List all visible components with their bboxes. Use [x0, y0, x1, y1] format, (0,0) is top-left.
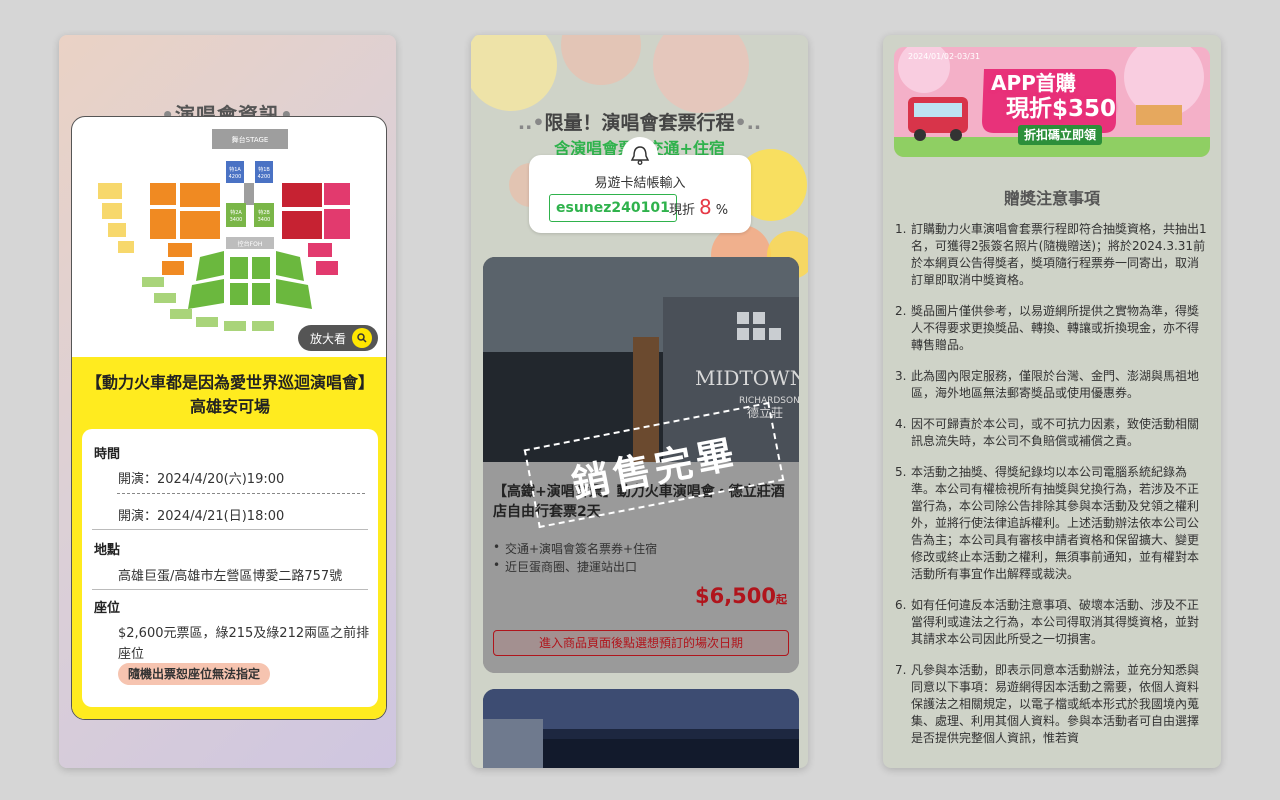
package-panel: ..•限量！演唱會套票行程•.. 含演唱會票+交通+住宿 易遊卡結帳輸入 esu…: [471, 35, 808, 768]
svg-text:特2A: 特2A: [230, 209, 242, 216]
place-label: 地點: [94, 543, 121, 558]
show-time-2: 開演：2024/4/21(日)18:00: [118, 509, 285, 524]
seat-notice-badge: 隨機出票恕座位無法指定: [118, 663, 271, 685]
show-time-1: 開演：2024/4/20(六)19:00: [118, 472, 285, 487]
package-title: ..•限量！演唱會套票行程•..: [517, 112, 762, 134]
app-promo-banner[interactable]: 2024/01/02-03/31 APP首購 現折$350 折扣碼立即領: [894, 47, 1210, 157]
divider: [92, 589, 368, 590]
rule-item: 4. 因不可歸責於本公司，或不可抗力因素，致使活動相關訊息流失時，本公司不負賠償或…: [895, 417, 1200, 448]
bell-icon: [622, 137, 658, 173]
concert-info-panel: ..•演唱會資訊•.. 舞台STAGE 特1A 4200 特1B 4200 特2…: [59, 35, 396, 768]
svg-text:特2B: 特2B: [258, 209, 270, 216]
stage-label: 舞台STAGE: [232, 135, 269, 144]
svg-text:3400: 3400: [230, 217, 243, 223]
zoom-label: 放大看: [309, 331, 346, 346]
event-info-box: 時間 開演：2024/4/20(六)19:00 開演：2024/4/21(日)1…: [82, 429, 378, 707]
rule-item: 6. 如有任何違反本活動注意事項、破壞本活動、涉及不正當得利或違法之行為，本公司得…: [895, 598, 1200, 646]
divider: [117, 493, 365, 494]
product-card[interactable]: MIDTOWN RICHARDSON 德立莊 【高鐵+演唱會票】動力火車演唱會・…: [483, 257, 799, 673]
rule-item: 3. 此為國內限定服務，僅限於台灣、金門、澎湖與馬祖地區，海外地區無法郵寄獎品或使…: [895, 369, 1200, 400]
zoom-button[interactable]: 放大看: [297, 325, 378, 351]
event-details: 【動力火車都是因為愛世界巡迴演唱會】高雄安可場 時間 開演：2024/4/20(…: [72, 357, 386, 719]
second-product-photo[interactable]: [483, 689, 799, 768]
promo-cta[interactable]: 折扣碼立即領: [1018, 125, 1103, 145]
rule-item: 1. 訂購動力火車演唱會套票行程即符合抽獎資格，共抽出1名，可獲得2張簽名照片(隨…: [895, 222, 1207, 287]
rule-item: 5. 本活動之抽獎、得獎紀錄均以本公司電腦系統紀錄為準。本公司有權檢視所有抽獎與兌…: [895, 465, 1200, 581]
coupon-label: 易遊卡結帳輸入: [594, 176, 686, 191]
event-title: 【動力火車都是因為愛世界巡迴演唱會】高雄安可場: [85, 373, 374, 416]
coupon-code[interactable]: esunez240101: [549, 194, 677, 222]
rules-heading: 贈獎注意事項: [1003, 189, 1100, 208]
feature-item: 近巨蛋商圈、捷運站出口: [493, 558, 637, 575]
concert-info-card: 舞台STAGE 特1A 4200 特1B 4200 特2A 3400 特2B 3…: [71, 116, 387, 720]
seat-label: 座位: [94, 601, 121, 616]
seat-info: $2,600元票區，綠215及綠212兩區之前排: [118, 626, 370, 641]
product-price: $6,500起: [694, 584, 787, 608]
venue-address: 高雄巨蛋/高雄市左營區博愛二路757號: [118, 569, 343, 584]
time-label: 時間: [94, 447, 121, 462]
discount-text: 現折 8%: [669, 195, 729, 219]
svg-text:MIDTOWN: MIDTOWN: [695, 366, 799, 390]
select-date-button[interactable]: 進入商品頁面後點選想預訂的場次日期: [493, 630, 789, 656]
promo-date: 2024/01/02-03/31: [908, 52, 981, 61]
svg-text:特1A: 特1A: [229, 166, 241, 173]
svg-text:4200: 4200: [229, 174, 242, 180]
svg-text:3400: 3400: [258, 217, 271, 223]
feature-item: 交通+演唱會簽名票券+住宿: [493, 540, 657, 557]
divider: [92, 529, 368, 530]
seating-map[interactable]: 舞台STAGE 特1A 4200 特1B 4200 特2A 3400 特2B 3…: [72, 117, 387, 357]
foh-label: 控台FOH: [238, 240, 263, 248]
promo-discount: 現折$350: [1006, 96, 1117, 122]
rules-list: 1. 訂購動力火車演唱會套票行程即符合抽獎資格，共抽出1名，可獲得2張簽名照片(隨…: [895, 221, 1207, 761]
rule-item: 7. 凡參與本活動，即表示同意本活動辦法，並充分知悉與同意以下事項：易遊網得因本活…: [895, 663, 1200, 745]
coupon-card: 易遊卡結帳輸入 esunez240101 現折 8%: [529, 137, 751, 233]
svg-text:4200: 4200: [258, 174, 271, 180]
magnifier-icon: [352, 328, 372, 348]
seat-info-2: 座位: [118, 647, 145, 662]
svg-text:特1B: 特1B: [258, 166, 270, 173]
prize-rules-panel: 2024/01/02-03/31 APP首購 現折$350 折扣碼立即領 贈獎注…: [883, 35, 1221, 768]
rule-item: 2. 獎品圖片僅供參考，以易遊網所提供之實物為準，得獎人不得要求更換獎品、轉換、轉…: [895, 304, 1200, 352]
